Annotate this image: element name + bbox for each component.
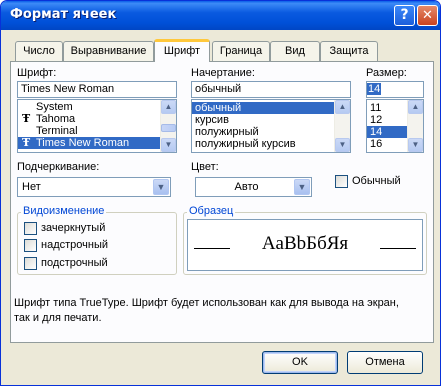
description-line-1: Шрифт типа TrueType. Шрифт будет использ… [14, 297, 399, 309]
scroll-down-icon[interactable]: ▼ [335, 138, 350, 152]
font-list-item[interactable]: Terminal [18, 125, 176, 137]
tab-fill[interactable]: Вид [270, 41, 320, 61]
normal-font-label: Обычный [352, 175, 401, 187]
font-list-scrollbar[interactable]: ▲ ▼ [160, 100, 176, 152]
color-value: Авто [234, 181, 259, 193]
size-input[interactable]: 14 [366, 81, 424, 98]
chevron-down-icon[interactable]: ▼ [153, 179, 169, 195]
color-label: Цвет: [191, 161, 219, 173]
effects-group-title: Видоизменение [21, 205, 107, 217]
truetype-icon: Ŧ [22, 112, 31, 125]
superscript-label: надстрочный [41, 239, 108, 251]
preview-box: AaBbБбЯя [187, 219, 423, 271]
font-tab-panel: Шрифт: Times New Roman System Ŧ Tahoma Te… [10, 61, 434, 343]
style-list-item[interactable]: полужирный курсив [192, 138, 350, 150]
preview-group-title: Образец [187, 205, 236, 217]
tab-protection[interactable]: Защита [320, 41, 378, 61]
close-icon: ✕ [422, 8, 433, 23]
close-button[interactable]: ✕ [417, 5, 438, 26]
style-input[interactable]: обычный [191, 81, 351, 98]
style-list-item[interactable]: курсив [192, 114, 350, 126]
chevron-down-icon[interactable]: ▼ [294, 179, 310, 195]
superscript-checkbox[interactable] [24, 239, 37, 252]
font-input[interactable]: Times New Roman [17, 81, 177, 98]
font-list[interactable]: System Ŧ Tahoma Terminal Ŧ Times New Roman… [17, 99, 177, 153]
scroll-thumb[interactable] [161, 124, 176, 132]
help-button[interactable]: ? [394, 5, 415, 26]
size-list-scrollbar[interactable]: ▲ ▼ [407, 100, 423, 152]
strikethrough-checkbox[interactable] [24, 222, 37, 235]
truetype-icon: Ŧ [22, 136, 31, 149]
scroll-down-icon[interactable]: ▼ [408, 138, 423, 152]
underline-select[interactable]: Нет ▼ [17, 177, 171, 197]
description-line-2: так и для печати. [14, 312, 102, 324]
scroll-down-icon[interactable]: ▼ [161, 138, 176, 152]
style-list-item[interactable]: полужирный [192, 126, 350, 138]
size-list[interactable]: 11 12 14 16 ▲ ▼ [366, 99, 424, 153]
underline-label: Подчеркивание: [17, 161, 100, 173]
scroll-up-icon[interactable]: ▲ [408, 100, 423, 114]
subscript-checkbox[interactable] [24, 257, 37, 270]
size-input-value: 14 [367, 83, 382, 95]
style-list-item[interactable]: обычный [192, 102, 350, 114]
normal-font-checkbox[interactable] [335, 175, 348, 188]
tab-font[interactable]: Шрифт [154, 39, 210, 62]
font-list-item[interactable]: Ŧ Times New Roman [18, 137, 176, 149]
underline-value: Нет [22, 181, 41, 193]
scroll-up-icon[interactable]: ▲ [335, 100, 350, 114]
tab-border[interactable]: Граница [212, 41, 270, 61]
ok-button[interactable]: OK [262, 351, 338, 374]
tab-alignment[interactable]: Выравнивание [63, 41, 154, 61]
color-select[interactable]: Авто ▼ [195, 177, 312, 197]
size-list-item[interactable]: 14 [367, 126, 407, 138]
strikethrough-label: зачеркнутый [41, 222, 106, 234]
help-icon: ? [400, 7, 409, 23]
style-list-scrollbar[interactable]: ▲ ▼ [334, 100, 350, 152]
title-bar[interactable]: Формат ячеек ? ✕ [1, 1, 440, 30]
format-cells-dialog: Формат ячеек ? ✕ Число Выравнивание Шриф… [0, 0, 441, 386]
window-title: Формат ячеек [10, 7, 117, 22]
style-list[interactable]: обычный курсив полужирный полужирный кур… [191, 99, 351, 153]
preview-sample-text: AaBbБбЯя [261, 233, 349, 254]
style-label: Начертание: [191, 67, 255, 79]
tab-number[interactable]: Число [15, 41, 63, 61]
size-label: Размер: [366, 67, 407, 79]
font-list-item[interactable]: System [18, 101, 176, 113]
font-list-item[interactable]: Ŧ Tahoma [18, 112, 176, 126]
subscript-label: подстрочный [41, 257, 108, 269]
scroll-up-icon[interactable]: ▲ [161, 100, 176, 114]
font-label: Шрифт: [17, 67, 57, 79]
cancel-button[interactable]: Отмена [347, 351, 423, 374]
